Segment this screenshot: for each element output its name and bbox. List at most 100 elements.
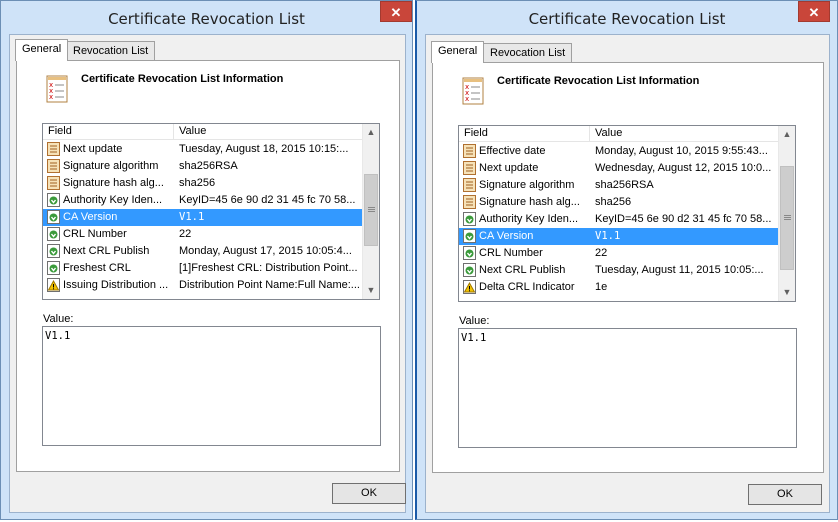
- field-name: CRL Number: [63, 228, 127, 240]
- field-value: 1e: [595, 281, 608, 293]
- field-name: Authority Key Iden...: [479, 213, 579, 225]
- field-value: KeyID=45 6e 90 d2 31 45 fc 70 58...: [595, 213, 772, 225]
- field-name: Next update: [479, 162, 539, 174]
- crl-dialog-1: Certificate Revocation List ✕ General Re…: [0, 0, 413, 520]
- list-item[interactable]: Delta CRL Indicator 1e: [459, 279, 779, 296]
- value-text: V1.1: [461, 332, 487, 344]
- vertical-scrollbar[interactable]: ▲ ▼: [778, 126, 795, 301]
- certificate-list-icon: x x x: [46, 75, 68, 103]
- field-name: Next CRL Publish: [479, 264, 566, 276]
- list-item[interactable]: Effective date Monday, August 10, 2015 9:…: [459, 143, 779, 160]
- document-field-icon: [47, 176, 60, 190]
- tab-general[interactable]: General: [15, 39, 69, 61]
- field-value: 22: [179, 228, 192, 240]
- field-list[interactable]: Field Value Effective date Monday, August…: [458, 125, 796, 302]
- column-value[interactable]: Value: [590, 126, 779, 141]
- field-value: sha256RSA: [595, 179, 654, 191]
- general-panel: x x x Certificate Revocation List Inform…: [16, 60, 400, 472]
- column-value[interactable]: Value: [174, 124, 363, 139]
- list-header: Field Value: [459, 126, 779, 142]
- value-label: Value:: [459, 315, 490, 327]
- extension-field-icon: [463, 246, 476, 260]
- document-field-icon: [463, 161, 476, 175]
- extension-field-icon: [463, 212, 476, 226]
- field-name: Delta CRL Indicator: [479, 281, 575, 293]
- value-textbox[interactable]: V1.1: [42, 326, 381, 446]
- dialog-client: General Revocation List x x x Certificat…: [9, 34, 406, 513]
- extension-field-icon: [47, 261, 60, 275]
- field-name: Next CRL Publish: [63, 245, 150, 257]
- crl-dialog-2: Certificate Revocation List ✕ General Re…: [415, 0, 838, 520]
- list-item[interactable]: Next update Tuesday, August 18, 2015 10:1…: [43, 141, 363, 158]
- value-textbox[interactable]: V1.1: [458, 328, 797, 448]
- list-item[interactable]: Next CRL Publish Monday, August 17, 2015 …: [43, 243, 363, 260]
- dialog-client: General Revocation List x x x Certificat…: [425, 34, 830, 513]
- scroll-thumb[interactable]: [364, 174, 378, 246]
- field-name: Freshest CRL: [63, 262, 131, 274]
- field-name: CA Version: [63, 211, 118, 223]
- list-item[interactable]: Signature algorithm sha256RSA: [43, 158, 363, 175]
- field-value: sha256: [595, 196, 632, 208]
- close-button[interactable]: ✕: [798, 1, 830, 22]
- list-item[interactable]: Freshest CRL [1]Freshest CRL: Distributio…: [43, 260, 363, 277]
- document-field-icon: [47, 142, 60, 156]
- extension-field-icon: [463, 263, 476, 277]
- chevron-down-icon[interactable]: ▼: [363, 282, 379, 299]
- field-list[interactable]: Field Value Next update Tuesday, August 1…: [42, 123, 380, 300]
- list-item[interactable]: Issuing Distribution ... Distribution Poi…: [43, 277, 363, 294]
- field-value: 22: [595, 247, 608, 259]
- window-title: Certificate Revocation List: [528, 10, 726, 28]
- critical-extension-icon: [463, 280, 476, 294]
- list-item[interactable]: Signature hash alg... sha256: [459, 194, 779, 211]
- field-value: V1.1: [595, 230, 621, 242]
- extension-field-icon: [463, 229, 476, 243]
- extension-field-icon: [47, 244, 60, 258]
- list-item[interactable]: CRL Number 22: [459, 245, 779, 262]
- field-name: Next update: [63, 143, 123, 155]
- document-field-icon: [47, 159, 60, 173]
- window-title: Certificate Revocation List: [108, 10, 305, 28]
- list-item[interactable]: Authority Key Iden... KeyID=45 6e 90 d2 3…: [43, 192, 363, 209]
- extension-field-icon: [47, 210, 60, 224]
- column-field[interactable]: Field: [459, 126, 590, 141]
- field-name: Signature hash alg...: [63, 177, 164, 189]
- list-item[interactable]: Signature algorithm sha256RSA: [459, 177, 779, 194]
- chevron-up-icon[interactable]: ▲: [779, 126, 795, 143]
- tab-general[interactable]: General: [431, 41, 485, 63]
- field-value: Tuesday, August 11, 2015 10:05:...: [595, 264, 764, 276]
- vertical-scrollbar[interactable]: ▲ ▼: [362, 124, 379, 299]
- extension-field-icon: [47, 193, 60, 207]
- tab-revocation-list[interactable]: Revocation List: [66, 41, 156, 61]
- list-item[interactable]: Authority Key Iden... KeyID=45 6e 90 d2 3…: [459, 211, 779, 228]
- svg-text:x: x: [49, 93, 53, 101]
- list-item[interactable]: Next CRL Publish Tuesday, August 11, 2015…: [459, 262, 779, 279]
- column-field[interactable]: Field: [43, 124, 174, 139]
- chevron-up-icon[interactable]: ▲: [363, 124, 379, 141]
- list-item[interactable]: CA Version V1.1: [459, 228, 779, 245]
- field-name: CRL Number: [479, 247, 543, 259]
- field-name: Signature algorithm: [479, 179, 575, 191]
- field-value: sha256: [179, 177, 216, 189]
- field-value: sha256RSA: [179, 160, 238, 172]
- list-item[interactable]: CRL Number 22: [43, 226, 363, 243]
- ok-button[interactable]: OK: [748, 484, 822, 505]
- ok-button[interactable]: OK: [332, 483, 406, 504]
- scroll-thumb[interactable]: [780, 166, 794, 270]
- field-name: Signature hash alg...: [479, 196, 580, 208]
- field-value: Wednesday, August 12, 2015 10:0...: [595, 162, 772, 174]
- close-x-icon: ✕: [808, 5, 820, 20]
- field-name: Issuing Distribution ...: [63, 279, 169, 291]
- certificate-list-icon: x x x: [462, 77, 484, 105]
- list-item[interactable]: Next update Wednesday, August 12, 2015 10…: [459, 160, 779, 177]
- extension-field-icon: [47, 227, 60, 241]
- list-item[interactable]: CA Version V1.1: [43, 209, 363, 226]
- list-item[interactable]: Signature hash alg... sha256: [43, 175, 363, 192]
- field-value: [1]Freshest CRL: Distribution Point...: [179, 262, 358, 274]
- field-name: CA Version: [479, 230, 534, 242]
- close-x-icon: ✕: [390, 5, 402, 20]
- tab-revocation-list[interactable]: Revocation List: [483, 43, 573, 63]
- field-name: Effective date: [479, 145, 546, 157]
- close-button[interactable]: ✕: [380, 1, 412, 22]
- chevron-down-icon[interactable]: ▼: [779, 284, 795, 301]
- document-field-icon: [463, 195, 476, 209]
